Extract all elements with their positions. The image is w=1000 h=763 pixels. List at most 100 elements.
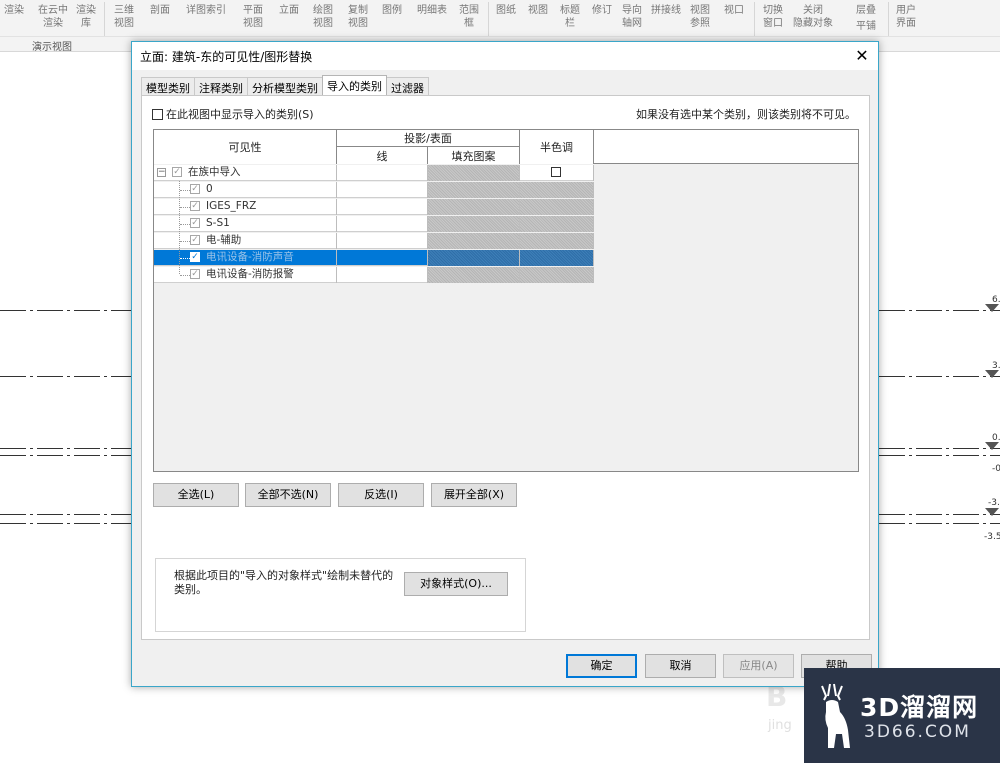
table-row[interactable]: ✓ 0 [154, 182, 594, 198]
show-imported-checkbox[interactable] [152, 108, 163, 120]
table-row[interactable]: − ✓ 在族中导入 [154, 165, 594, 181]
select-none-button[interactable]: 全部不选(N) [245, 483, 331, 507]
ribbon-switch-windows[interactable]: 切换 窗口 [763, 4, 783, 30]
ribbon-schedules[interactable]: 明细表 [417, 4, 447, 17]
show-imported-row[interactable]: 在此视图中显示导入的类别(S) [152, 106, 314, 122]
row-checkbox[interactable]: ✓ [190, 252, 200, 262]
ribbon-viewports[interactable]: 视口 [724, 4, 744, 17]
line-override-cell[interactable] [337, 233, 428, 249]
ribbon-scope-box[interactable]: 范围 框 [459, 4, 479, 30]
pattern-override-cell [428, 216, 520, 232]
ribbon-tile[interactable]: 平铺 [856, 20, 876, 33]
tree-branch [180, 275, 190, 276]
table-row[interactable]: ✓ 电讯设备-消防报警 [154, 267, 594, 283]
ribbon-panel-bar [0, 36, 1000, 37]
ok-button[interactable]: 确定 [566, 654, 637, 678]
ribbon-revisions[interactable]: 修订 [592, 4, 612, 17]
ribbon-view-reference[interactable]: 视图 参照 [690, 4, 710, 30]
ribbon-elevation[interactable]: 立面 [279, 4, 299, 17]
level-value: 3.2 [992, 361, 1000, 371]
line-override-cell[interactable] [337, 182, 428, 198]
row-checkbox[interactable]: ✓ [190, 269, 200, 279]
ribbon-cascade[interactable]: 层叠 [856, 4, 876, 17]
deer-icon [821, 683, 850, 748]
ribbon-user-interface[interactable]: 用户 界面 [896, 4, 916, 30]
line-override-cell[interactable] [337, 216, 428, 232]
pattern-override-cell [428, 182, 520, 198]
tab-filters[interactable]: 过滤器 [386, 77, 429, 95]
row-label: S-S1 [206, 217, 230, 229]
ribbon-matchline[interactable]: 拼接线 [651, 4, 681, 17]
dialog-titlebar[interactable]: 立面: 建筑-东的可见性/图形替换 [132, 42, 878, 70]
select-all-button[interactable]: 全选(L) [153, 483, 239, 507]
level-marker [985, 304, 999, 312]
line-override-cell[interactable] [337, 267, 428, 283]
ribbon-render[interactable]: 渲染 [4, 4, 24, 17]
close-icon[interactable]: ✕ [852, 46, 872, 66]
line-override-cell[interactable] [337, 165, 428, 181]
ribbon-separator [754, 2, 755, 36]
table-row[interactable]: ✓ S-S1 [154, 216, 594, 232]
ribbon-duplicate-view[interactable]: 复制 视图 [348, 4, 368, 30]
table-row[interactable]: ✓ 电-辅助 [154, 233, 594, 249]
ribbon-sheet[interactable]: 图纸 [496, 4, 516, 17]
row-checkbox[interactable]: ✓ [190, 184, 200, 194]
level-line [879, 514, 1000, 515]
ribbon-3d-view[interactable]: 三维 视图 [114, 4, 134, 30]
level-value: 6.2 [992, 295, 1000, 305]
halftone-cell [520, 165, 594, 181]
level-line [0, 514, 131, 515]
expand-all-button[interactable]: 展开全部(X) [431, 483, 517, 507]
ribbon-plan-views[interactable]: 平面 视图 [243, 4, 263, 30]
row-checkbox[interactable]: ✓ [190, 218, 200, 228]
level-line [0, 310, 131, 311]
header-lines[interactable]: 线 [337, 147, 428, 164]
table-row[interactable]: ✓ IGES_FRZ [154, 199, 594, 215]
tab-annotation-categories[interactable]: 注释类别 [194, 77, 248, 95]
collapse-icon[interactable]: − [157, 168, 166, 177]
ribbon-callout[interactable]: 详图索引 [186, 4, 226, 17]
watermark-main-text: 3D溜溜网 [860, 693, 979, 722]
row-checkbox[interactable]: ✓ [172, 167, 182, 177]
ribbon-drafting-view[interactable]: 绘图 视图 [313, 4, 333, 30]
row-checkbox[interactable]: ✓ [190, 201, 200, 211]
ribbon-close-hidden[interactable]: 关闭 隐藏对象 [793, 4, 833, 30]
tab-strip: 模型类别 注释类别 分析模型类别 导入的类别 过滤器 [141, 75, 429, 95]
object-styles-button[interactable]: 对象样式(O)... [404, 572, 508, 596]
ribbon-legends[interactable]: 图例 [382, 4, 402, 17]
tab-imported-categories[interactable]: 导入的类别 [322, 75, 387, 95]
cancel-button[interactable]: 取消 [645, 654, 716, 678]
ribbon-section[interactable]: 剖面 [150, 4, 170, 17]
ribbon-guide-grid[interactable]: 导向 轴网 [622, 4, 642, 30]
imported-categories-panel: 在此视图中显示导入的类别(S) 如果没有选中某个类别，则该类别将不可见。 可见性… [141, 95, 870, 640]
halftone-checkbox[interactable] [551, 167, 561, 177]
visibility-cell: ✓ S-S1 [154, 216, 337, 232]
ribbon-cloud-render[interactable]: 在云中 渲染 [38, 4, 68, 30]
level-line [879, 448, 1000, 449]
table-row-selected[interactable]: ✓ 电讯设备-消防声音 [154, 250, 594, 266]
level-line [0, 455, 131, 456]
level-marker [985, 508, 999, 516]
line-override-cell[interactable] [337, 199, 428, 215]
ribbon-title-block[interactable]: 标题 栏 [560, 4, 580, 30]
header-visibility[interactable]: 可见性 [154, 130, 337, 164]
header-patterns[interactable]: 填充图案 [428, 147, 520, 164]
visibility-cell: ✓ 电-辅助 [154, 233, 337, 249]
level-marker [985, 442, 999, 450]
halftone-cell [520, 267, 594, 283]
line-override-cell[interactable] [337, 250, 428, 266]
hint-text: 如果没有选中某个类别，则该类别将不可见。 [636, 108, 856, 121]
tree-connector [179, 181, 180, 274]
ribbon-render-gallery[interactable]: 渲染 库 [76, 4, 96, 30]
tab-analytical-model-categories[interactable]: 分析模型类别 [247, 77, 323, 95]
ribbon-view[interactable]: 视图 [528, 4, 548, 17]
pattern-override-cell [428, 250, 520, 266]
level-line [879, 376, 1000, 377]
row-checkbox[interactable]: ✓ [190, 235, 200, 245]
invert-button[interactable]: 反选(I) [338, 483, 424, 507]
level-line [879, 310, 1000, 311]
header-halftone[interactable]: 半色调 [520, 130, 594, 164]
tab-model-categories[interactable]: 模型类别 [141, 77, 195, 95]
apply-button[interactable]: 应用(A) [723, 654, 794, 678]
categories-grid[interactable]: 可见性 投影/表面 线 填充图案 半色调 − ✓ 在族中导入 ✓ 0 ✓ IGE… [153, 129, 859, 472]
